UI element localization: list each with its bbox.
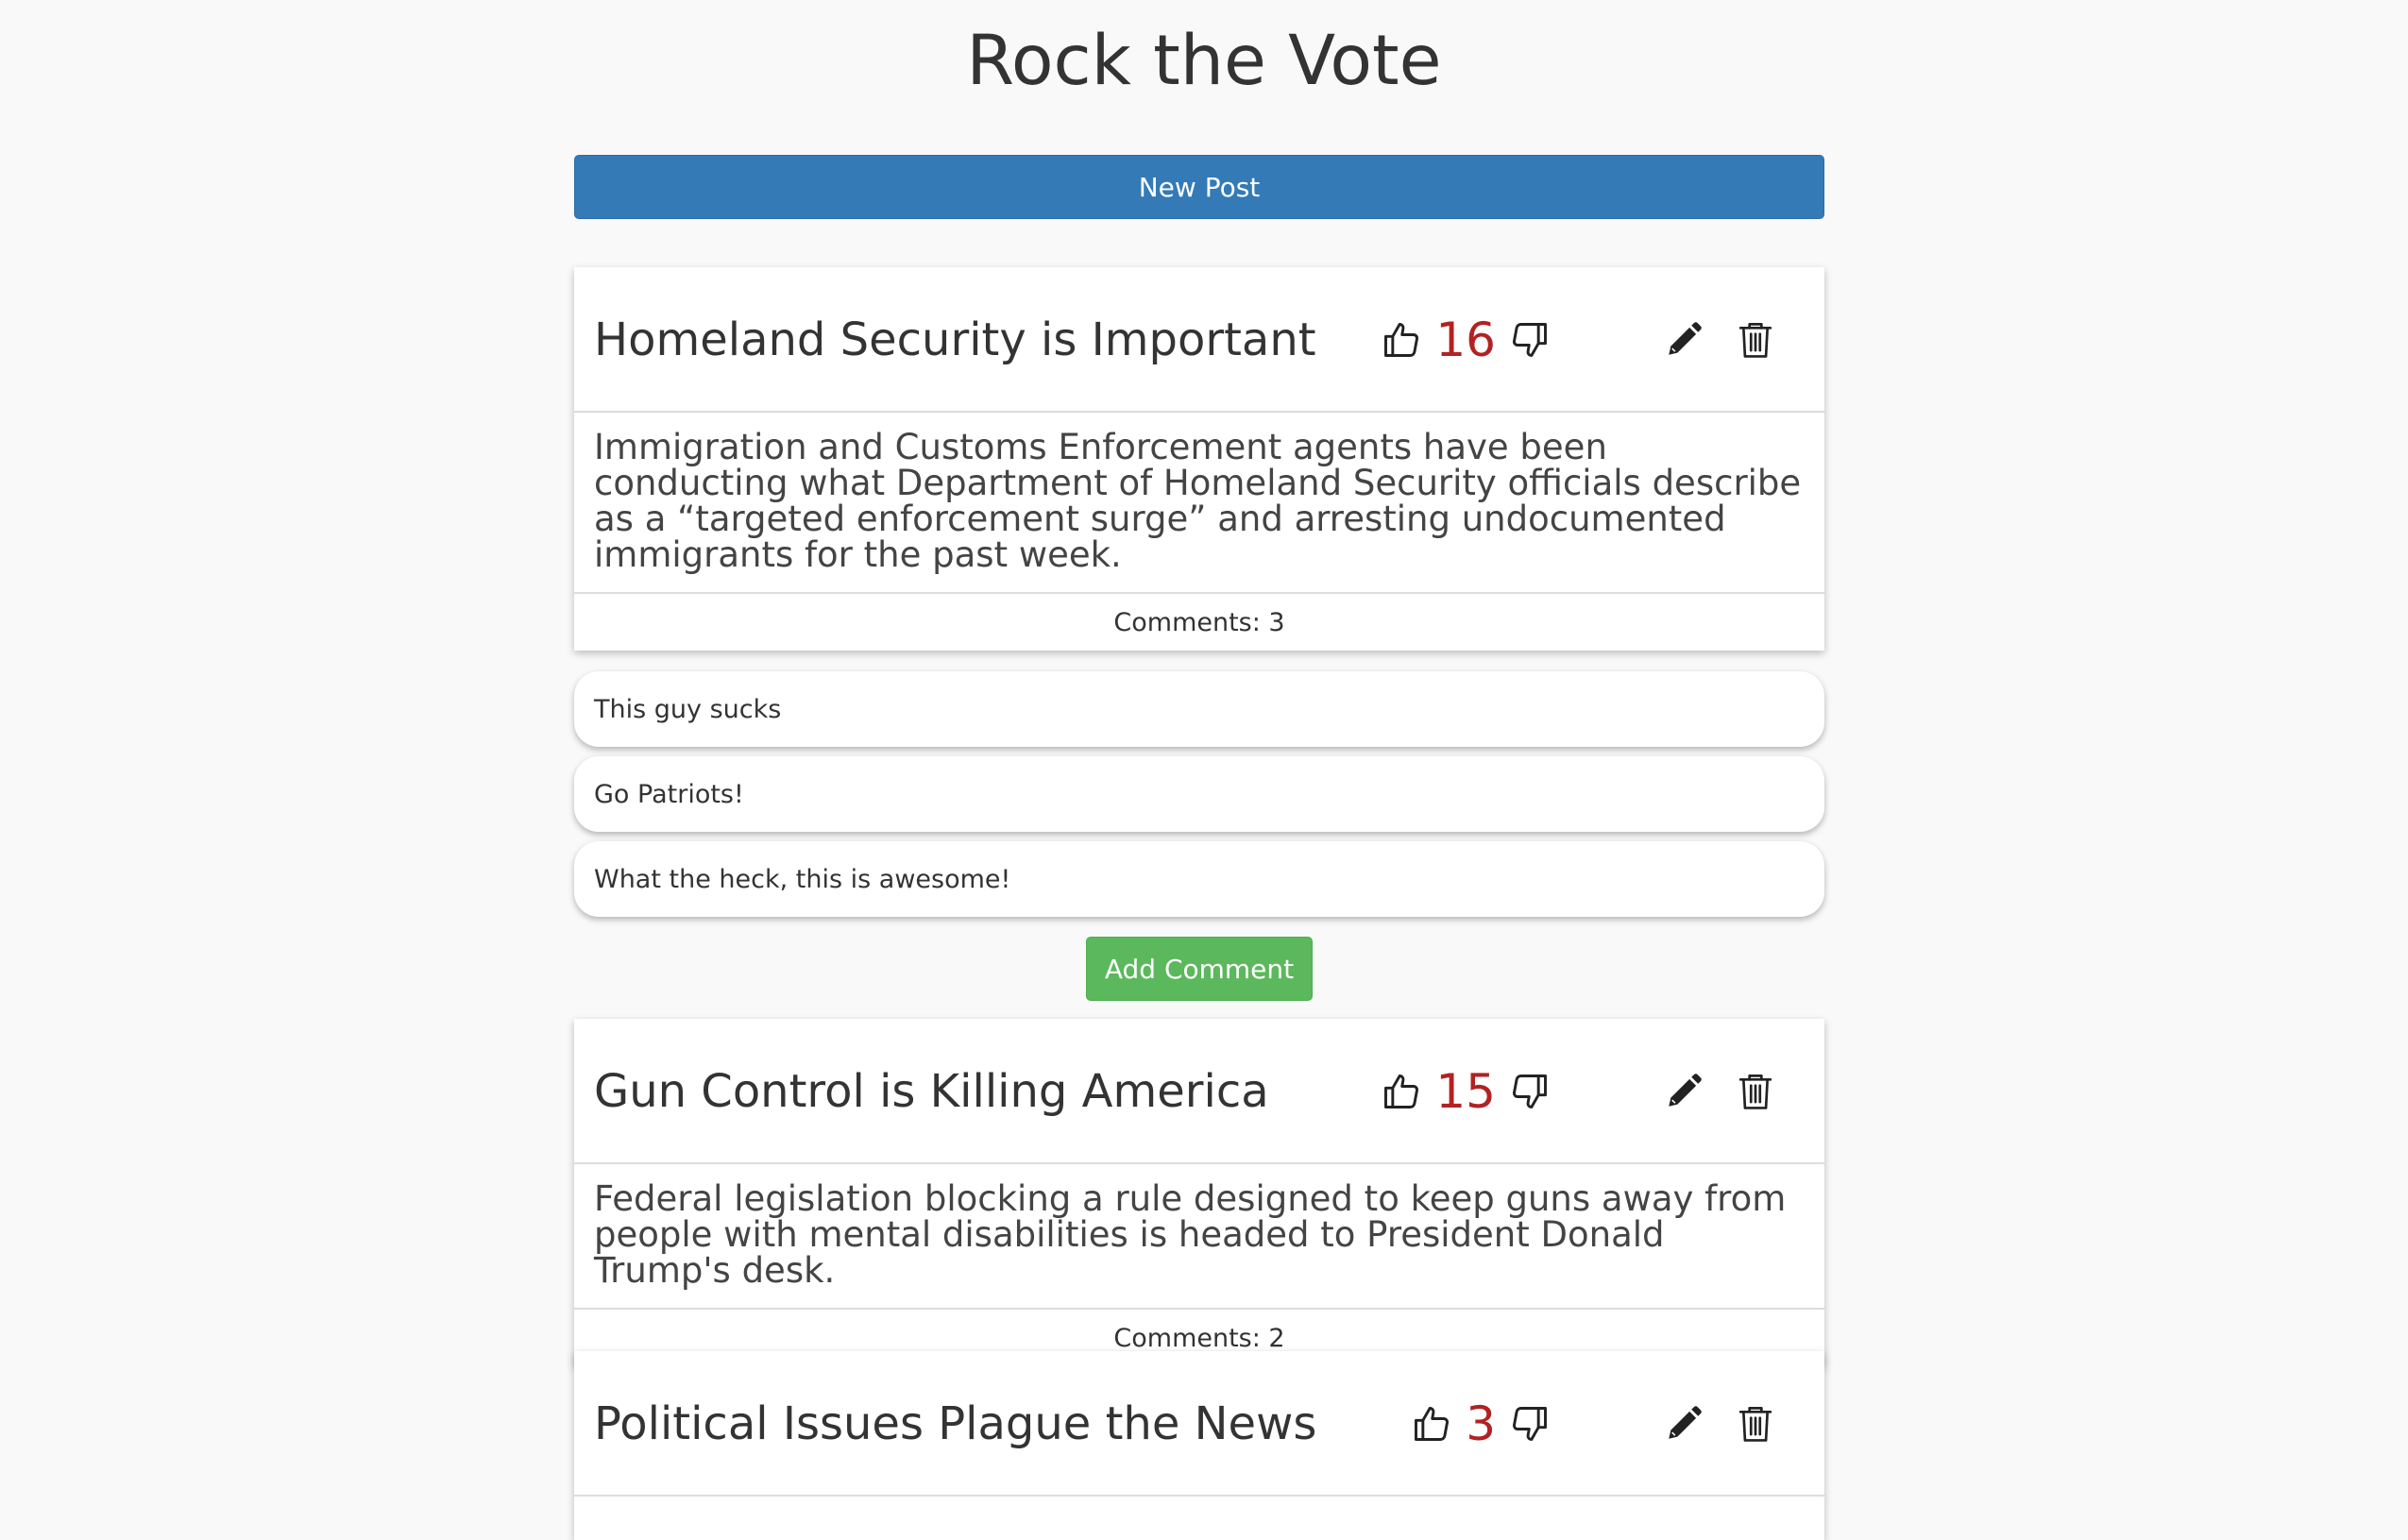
vote-controls: 3: [1411, 1351, 1551, 1497]
post-title: Homeland Security is Important: [594, 313, 1316, 366]
thumbs-up-icon[interactable]: [1381, 318, 1422, 362]
vote-count: 3: [1466, 1396, 1496, 1451]
vote-controls: 15: [1381, 1019, 1551, 1164]
thumbs-down-icon[interactable]: [1509, 318, 1551, 362]
pencil-icon[interactable]: [1664, 320, 1704, 360]
vote-count: 16: [1435, 313, 1496, 367]
post-header: Gun Control is Killing America 15: [574, 1019, 1824, 1164]
post-header: Political Issues Plague the News 3: [574, 1351, 1824, 1497]
pencil-icon[interactable]: [1664, 1404, 1704, 1444]
comment-item: This guy sucks: [574, 671, 1824, 747]
post-header: Homeland Security is Important 16: [574, 267, 1824, 413]
comment-item: What the heck, this is awesome!: [574, 841, 1824, 917]
trash-icon[interactable]: [1738, 320, 1773, 360]
post-body: Immigration and Customs Enforcement agen…: [574, 413, 1824, 594]
pencil-icon[interactable]: [1664, 1072, 1704, 1111]
post-card: Homeland Security is Important 16 Immigr…: [574, 267, 1824, 651]
thumbs-up-icon[interactable]: [1411, 1402, 1452, 1446]
thumbs-down-icon[interactable]: [1509, 1070, 1551, 1113]
vote-controls: 16: [1381, 267, 1551, 413]
add-comment-button[interactable]: Add Comment: [1086, 937, 1313, 1001]
comments-toggle[interactable]: Comments: 3: [574, 594, 1824, 651]
new-post-button[interactable]: New Post: [574, 155, 1824, 219]
vote-count: 15: [1435, 1064, 1496, 1119]
trash-icon[interactable]: [1738, 1404, 1773, 1444]
post-card: Political Issues Plague the News 3: [574, 1351, 1824, 1540]
post-actions: [1664, 1351, 1773, 1497]
post-card: Gun Control is Killing America 15 Federa…: [574, 1019, 1824, 1366]
comment-item: Go Patriots!: [574, 756, 1824, 832]
post-body: Federal legislation blocking a rule desi…: [574, 1164, 1824, 1310]
trash-icon[interactable]: [1738, 1072, 1773, 1111]
page-title: Rock the Vote: [966, 21, 1442, 101]
post-actions: [1664, 267, 1773, 413]
post-title: Gun Control is Killing America: [594, 1065, 1269, 1118]
post-title: Political Issues Plague the News: [594, 1397, 1317, 1450]
post-actions: [1664, 1019, 1773, 1164]
thumbs-up-icon[interactable]: [1381, 1070, 1422, 1113]
thumbs-down-icon[interactable]: [1509, 1402, 1551, 1446]
